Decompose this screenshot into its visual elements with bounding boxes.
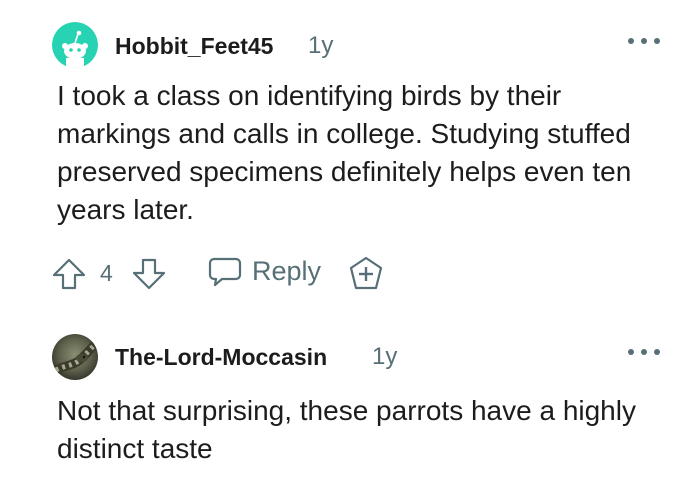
downvote-button[interactable] — [132, 258, 166, 290]
comment-body: Not that surprising, these parrots have … — [57, 395, 636, 464]
more-icon — [641, 38, 647, 44]
comment-actions: 4 Reply — [52, 252, 452, 292]
comment-bubble-icon — [208, 257, 242, 287]
reply-button[interactable]: Reply — [208, 255, 321, 287]
snoo-avatar-icon — [52, 22, 98, 68]
more-icon — [654, 38, 660, 44]
more-options-button[interactable] — [628, 342, 660, 362]
award-button[interactable] — [348, 256, 384, 292]
snake-avatar-icon — [52, 334, 98, 380]
user-avatar[interactable] — [52, 334, 98, 380]
comment-age: 1y — [372, 343, 398, 370]
comment: Hobbit_Feet45 1y I took a class on ident… — [0, 0, 700, 300]
upvote-button[interactable] — [52, 258, 86, 290]
username-link[interactable]: Hobbit_Feet45 — [115, 33, 273, 60]
comment-body: I took a class on identifying birds by t… — [57, 80, 632, 225]
more-options-button[interactable] — [628, 31, 660, 51]
comment-age: 1y — [308, 32, 334, 59]
more-icon — [654, 349, 660, 355]
username-link[interactable]: The-Lord-Moccasin — [115, 344, 327, 371]
more-icon — [641, 349, 647, 355]
award-plus-icon — [349, 256, 383, 290]
user-avatar[interactable] — [52, 22, 98, 68]
vote-score: 4 — [100, 260, 113, 286]
more-icon — [628, 38, 634, 44]
reply-label: Reply — [252, 255, 322, 286]
upvote-icon — [52, 258, 86, 290]
downvote-icon — [132, 258, 166, 290]
more-icon — [628, 349, 634, 355]
comment: The-Lord-Moccasin 1y Not that surprising… — [0, 320, 700, 483]
